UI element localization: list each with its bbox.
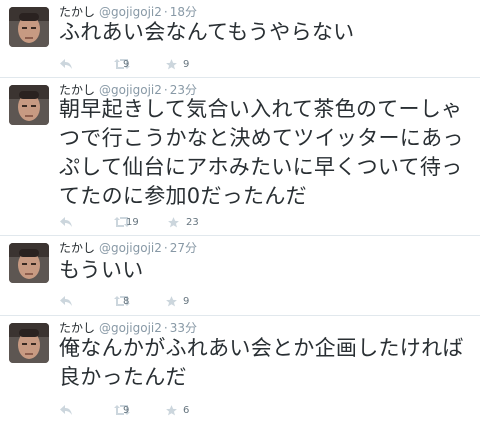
separator: · [163, 241, 168, 255]
tweet-text-line: 朝早起きして気合い入れて茶色のてーしゃ [59, 97, 463, 121]
user-handle[interactable]: @gojigoji2 [99, 5, 162, 19]
favorite-count: 9 [183, 296, 190, 307]
separator: · [163, 5, 168, 19]
user-handle[interactable]: @gojigoji2 [99, 241, 162, 255]
tweet[interactable]: たかし @gojigoji2 · 27分 もういい 8 9 [0, 236, 480, 316]
avatar[interactable] [9, 243, 49, 283]
avatar[interactable] [9, 85, 49, 125]
star-icon [166, 59, 177, 70]
star-icon [166, 296, 177, 307]
tweet-text-line: てたのに参加0だったんだ [59, 184, 307, 208]
retweet-count: 8 [123, 296, 130, 307]
star-icon [166, 405, 177, 416]
tweet-text-line: ぷして仙台にアホみたいに早くついて待っ [59, 155, 463, 179]
reply-arrow-icon [60, 217, 72, 227]
tweet-text-line: 良かったんだ [59, 365, 187, 389]
reply-arrow-icon [60, 59, 72, 69]
separator: · [163, 321, 168, 335]
retweet-count: 9 [123, 405, 130, 416]
retweet-count: 19 [126, 217, 139, 228]
timestamp[interactable]: 18分 [170, 5, 197, 19]
avatar[interactable] [9, 323, 49, 363]
avatar[interactable] [9, 7, 49, 47]
star-icon [168, 217, 179, 228]
favorite-count: 9 [183, 59, 190, 70]
tweet-text-line: つで行こうかなと決めてツイッターにあっ [59, 126, 464, 150]
tweet-text: 俺なんかがふれあい会とか企画したければ 良かったんだ [59, 334, 474, 392]
tweet-text: ふれあい会なんてもうやらない [59, 20, 355, 44]
tweet-text: 朝早起きして気合い入れて茶色のてーしゃ つで行こうかなと決めてツイッターにあっ … [59, 95, 474, 211]
user-name[interactable]: たかし [59, 321, 95, 335]
reply-arrow-icon [60, 296, 72, 306]
user-name[interactable]: たかし [59, 241, 95, 255]
tweet-header: たかし @gojigoji2 · 27分 [59, 241, 197, 255]
user-handle[interactable]: @gojigoji2 [99, 321, 162, 335]
tweet[interactable]: たかし @gojigoji2 · 33分 俺なんかがふれあい会とか企画したければ 良か… [0, 316, 480, 424]
user-name[interactable]: たかし [59, 5, 95, 19]
tweet-feed: たかし @gojigoji2 · 18分 ふれあい会なんてもうやらない 9 9 たかし… [0, 0, 480, 424]
tweet-header: たかし @gojigoji2 · 18分 [59, 5, 197, 19]
tweet-text: もういい [59, 258, 144, 282]
tweet[interactable]: たかし @gojigoji2 · 23分 朝早起きして気合い入れて茶色のてーしゃ つで… [0, 78, 480, 236]
reply-arrow-icon [60, 405, 72, 415]
favorite-count: 6 [183, 405, 190, 416]
timestamp[interactable]: 27分 [170, 241, 197, 255]
tweet-header: たかし @gojigoji2 · 33分 [59, 321, 197, 335]
favorite-count: 23 [186, 217, 199, 228]
timestamp[interactable]: 33分 [170, 321, 197, 335]
tweet-text-line: 俺なんかがふれあい会とか企画したければ [59, 336, 464, 360]
retweet-count: 9 [123, 59, 130, 70]
tweet[interactable]: たかし @gojigoji2 · 18分 ふれあい会なんてもうやらない 9 9 [0, 0, 480, 78]
